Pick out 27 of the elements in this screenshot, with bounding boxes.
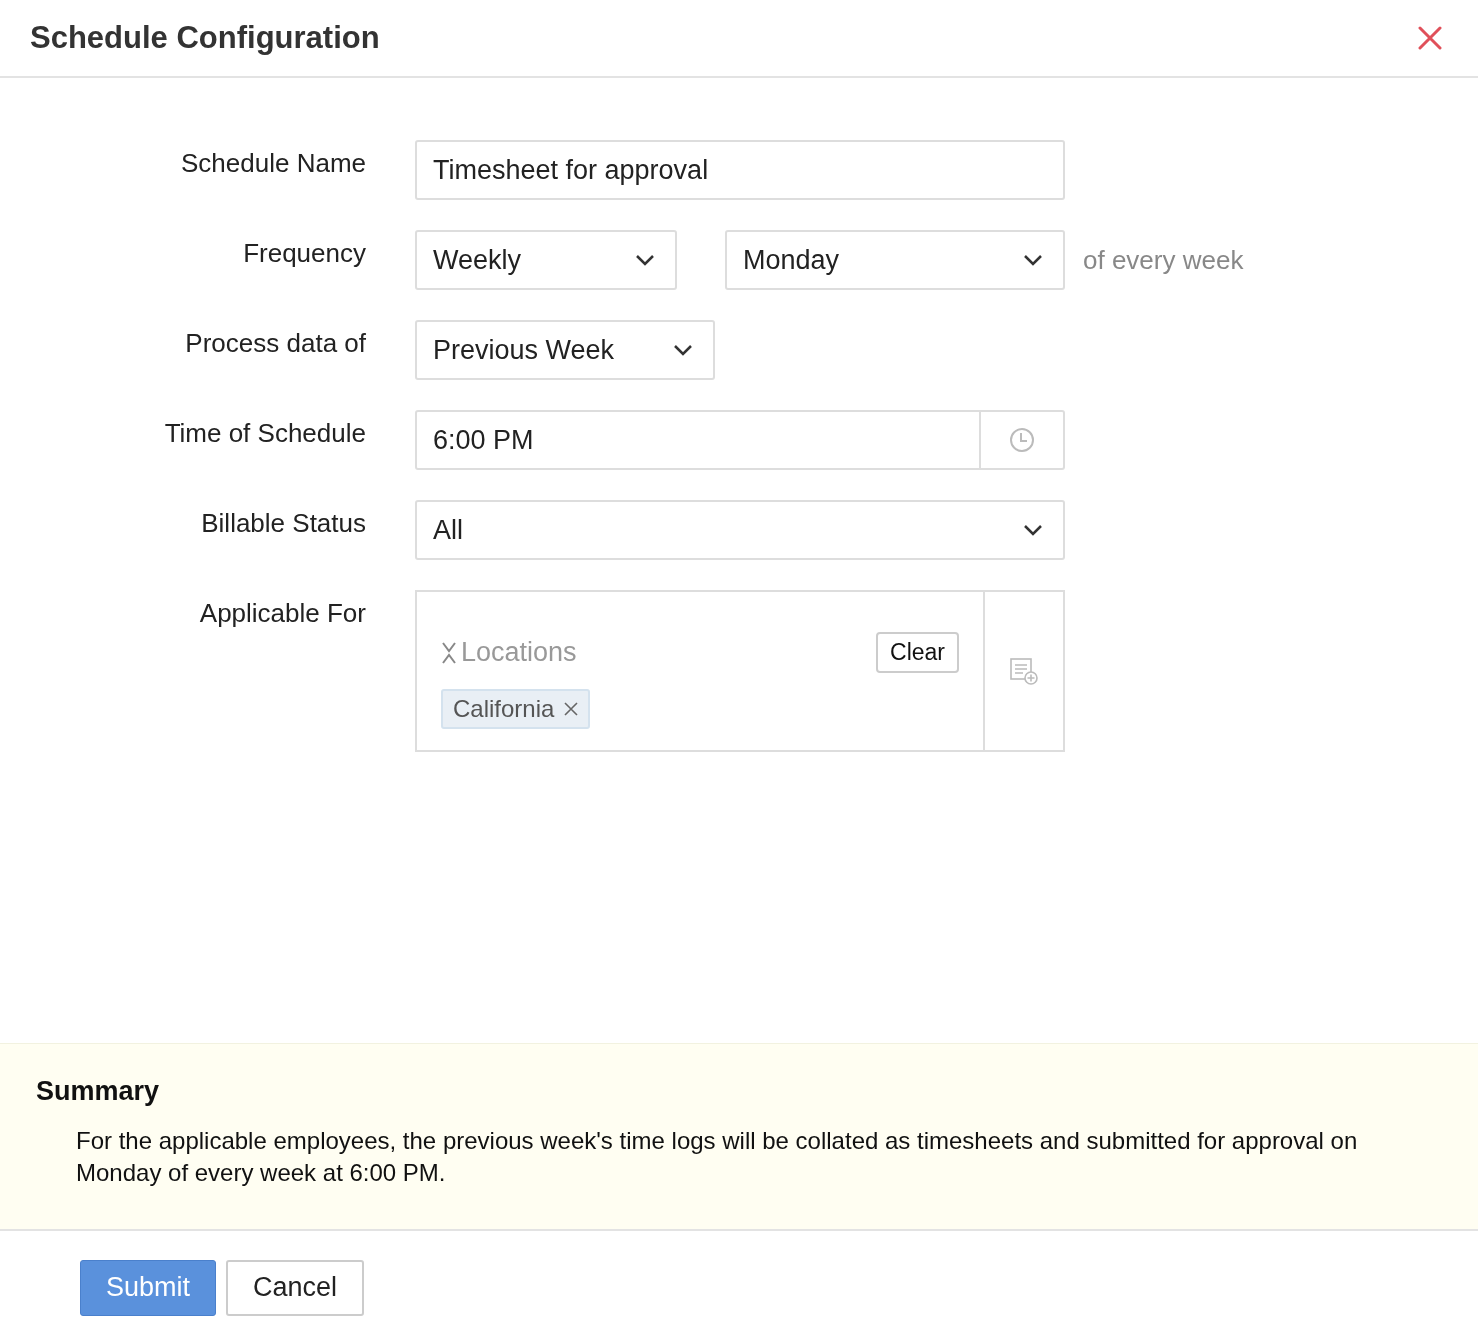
chevron-down-icon	[1023, 254, 1043, 266]
field-label: Frequency	[242, 237, 366, 269]
clock-icon	[1009, 427, 1035, 453]
dropdown-field[interactable]: Weekly	[415, 230, 677, 290]
cancel-button[interactable]: Cancel	[226, 1259, 365, 1316]
tag-label: California	[453, 695, 555, 723]
dropdown-field[interactable]: All	[415, 500, 1065, 560]
field-label: Schedule Name	[180, 147, 366, 179]
close-icon[interactable]	[1418, 26, 1442, 50]
suffix-text: of every week	[1083, 244, 1244, 276]
chevron-down-icon	[1023, 524, 1043, 536]
clear-button[interactable]: Clear	[876, 632, 959, 673]
field-label: Process data of	[184, 327, 366, 359]
field-label: Time of Schedule	[163, 417, 366, 449]
field-label: Applicable For	[198, 597, 366, 629]
dialog-title: Schedule Configuration	[30, 20, 380, 56]
collapse-icon	[441, 640, 457, 665]
dropdown-field[interactable]: Previous Week	[415, 320, 715, 380]
chevron-down-icon	[673, 344, 693, 356]
chevron-down-icon	[635, 254, 655, 266]
field-label: Billable Status	[200, 507, 366, 539]
summary-text: For the applicable employees, the previous week's time logs will be collated as timesheets and submitted for approval on Monday of every week at 6:00 PM.	[76, 1126, 1359, 1188]
dropdown-field[interactable]: Monday	[725, 230, 1065, 290]
text-field[interactable]: Timesheet for approval	[415, 140, 1065, 200]
remove-icon[interactable]	[564, 702, 579, 716]
summary-title: Summary	[36, 1076, 161, 1107]
time-field[interactable]: 6:00 PM	[415, 410, 1065, 470]
